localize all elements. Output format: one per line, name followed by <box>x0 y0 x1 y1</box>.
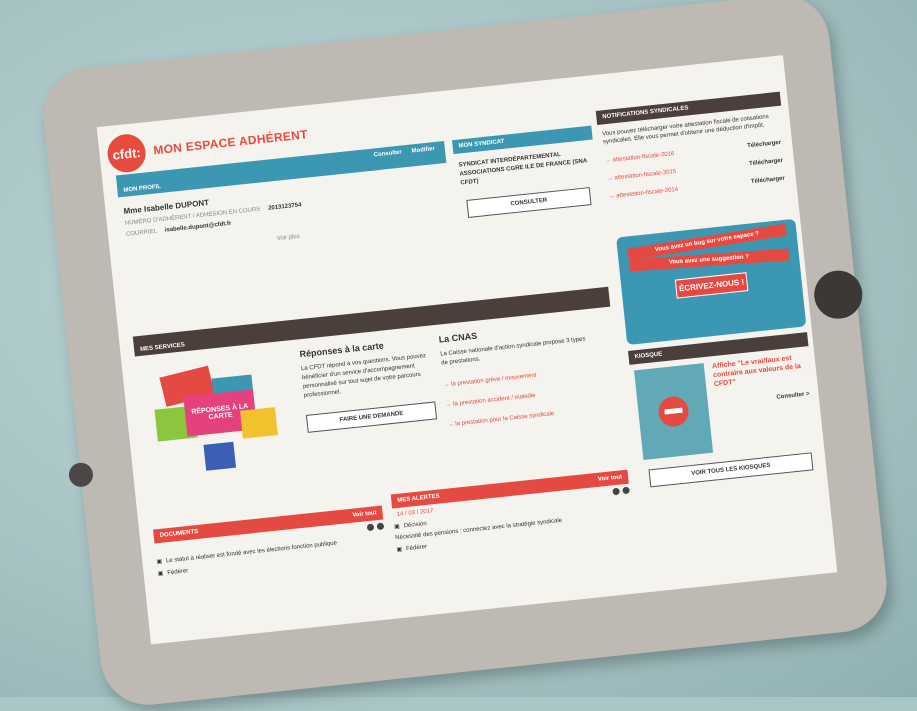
contact-us-button[interactable]: ÉCRIVEZ-NOUS ! <box>674 272 749 299</box>
answers-text: La CFDT répond à vos questions. Vous pou… <box>300 353 427 400</box>
cnas-link[interactable]: → la prestation pour la Caisse syndicale <box>447 407 597 428</box>
documents-bar-label: DOCUMENTS <box>159 528 199 539</box>
cnas-link[interactable]: → la prestation grève / mouvement <box>443 367 593 389</box>
member-email: isabelle.dupont@cfdt.fr <box>164 220 232 234</box>
profile-tab-label: MON PROFIL <box>123 183 162 194</box>
list-item-text: Décision <box>403 520 427 529</box>
kiosk-panel: KIOSQUE Affiche "Le vrai/faux est contra… <box>627 332 822 492</box>
prev-arrow-icon[interactable] <box>366 523 375 532</box>
list-item-text: Fédérer <box>167 567 189 576</box>
document-icon: ▣ <box>156 558 163 566</box>
notifications-panel: NOTIFICATIONS SYNDICALES Vous pouvez tél… <box>595 91 790 207</box>
alerts-see-all-link[interactable]: Voir tout <box>598 474 623 482</box>
download-button[interactable]: Télécharger <box>747 140 781 150</box>
tablet-device: cfdt: MON ESPACE ADHÉRENT MON PROFIL Con… <box>38 0 892 710</box>
profile-consult-link[interactable]: Consulter <box>373 146 402 163</box>
document-icon: ▣ <box>157 570 164 578</box>
union-bar-label: MON SYNDICAT <box>458 138 505 150</box>
tablet-screen: cfdt: MON ESPACE ADHÉRENT MON PROFIL Con… <box>96 55 838 645</box>
prev-arrow-icon[interactable] <box>612 487 620 496</box>
union-panel: MON SYNDICAT SYNDICAT INTERDÉPARTEMENTAL… <box>451 125 600 223</box>
documents-see-all-link[interactable]: Voir tout <box>352 510 377 518</box>
member-number: 2013123754 <box>267 202 302 212</box>
document-icon: ▣ <box>396 546 403 554</box>
request-button[interactable]: FAIRE UNE DEMANDE <box>305 401 438 433</box>
download-button[interactable]: Télécharger <box>749 158 783 168</box>
notification-link[interactable]: → attestation-fiscale-2016 <box>605 151 675 164</box>
kiosk-article-title[interactable]: Affiche "Le vrai/faux est contraire aux … <box>712 352 808 389</box>
notification-link[interactable]: → attestation-fiscale-2014 <box>608 187 678 200</box>
documents-panel: DOCUMENTS Voir tout ▣ Le statut à réalis… <box>153 505 387 583</box>
download-button[interactable]: Télécharger <box>751 176 785 186</box>
profile-more-link[interactable]: Voir plus <box>128 218 449 258</box>
kiosk-poster[interactable] <box>634 363 714 460</box>
document-icon: ▣ <box>393 523 401 531</box>
alerts-panel: MES ALERTES Voir tout 14 / 03 / 2017 ▣ D… <box>390 469 634 559</box>
list-item-text: Fédérer <box>405 543 428 552</box>
feedback-promo: Vous avez un bug sur votre espace ? Vous… <box>616 218 807 346</box>
next-arrow-icon[interactable] <box>622 486 630 495</box>
page-title: MON ESPACE ADHÉRENT <box>152 127 309 158</box>
services-panel: MES SERVICES RÉPONSES À LA CARTE Réponse… <box>132 286 625 496</box>
kiosk-bar-label: KIOSQUE <box>634 351 663 361</box>
next-arrow-icon[interactable] <box>376 522 385 531</box>
profile-edit-link[interactable]: Modifier <box>411 142 436 158</box>
kiosk-consult-link[interactable]: Consulter > <box>716 391 810 407</box>
notification-link[interactable]: → attestation-fiscale-2015 <box>607 169 677 182</box>
cfdt-logo[interactable]: cfdt: <box>105 132 148 175</box>
email-label: COURRIEL <box>125 228 158 238</box>
profile-panel: MON PROFIL Consulter Modifier Mme Isabel… <box>115 141 454 268</box>
answers-illustration: RÉPONSES À LA CARTE <box>140 350 302 485</box>
alert-date: 14 / 03 / 2017 <box>396 507 434 518</box>
cnas-link[interactable]: → la prestation accident / maladie <box>445 387 595 408</box>
alerts-bar-label: MES ALERTES <box>397 493 440 504</box>
